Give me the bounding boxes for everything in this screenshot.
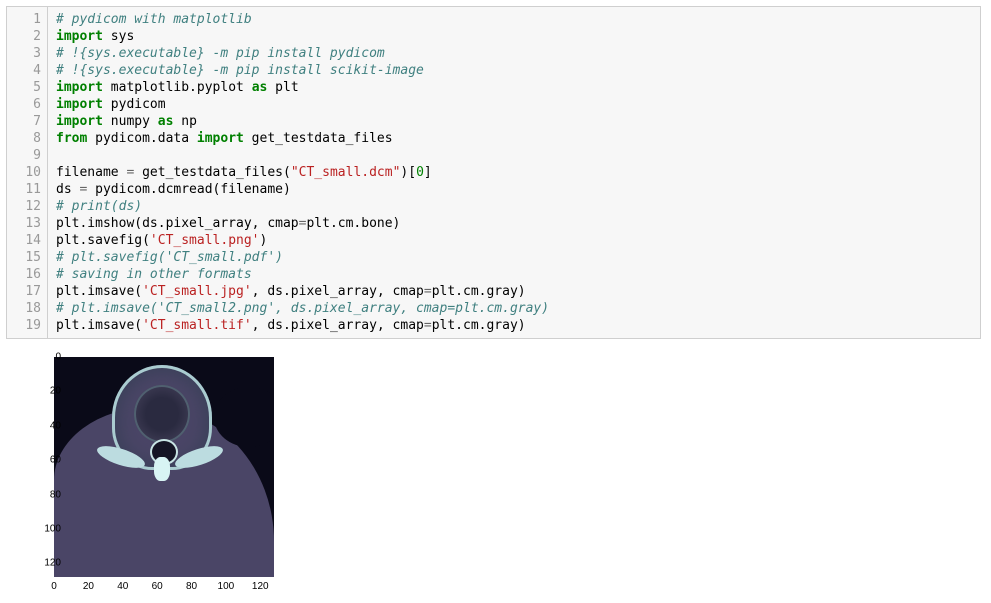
ytick-label: 100 [33, 523, 61, 534]
line-number: 14 [7, 232, 41, 249]
code-line[interactable]: # pydicom with matplotlib [56, 11, 972, 28]
plot-axes-image [54, 357, 274, 577]
code-line[interactable]: plt.imsave('CT_small.tif', ds.pixel_arra… [56, 317, 972, 334]
code-line[interactable]: # plt.imsave('CT_small2.png', ds.pixel_a… [56, 300, 972, 317]
code-line[interactable]: import matplotlib.pyplot as plt [56, 79, 972, 96]
xtick-label: 80 [186, 581, 197, 592]
code-cell[interactable]: 12345678910111213141516171819 # pydicom … [6, 6, 981, 339]
code-line[interactable]: import numpy as np [56, 113, 972, 130]
code-line[interactable]: from pydicom.data import get_testdata_fi… [56, 130, 972, 147]
line-number: 7 [7, 113, 41, 130]
code-line[interactable]: plt.savefig('CT_small.png') [56, 232, 972, 249]
line-number: 17 [7, 283, 41, 300]
ytick-label: 60 [33, 455, 61, 466]
code-editor-content[interactable]: # pydicom with matplotlibimport sys# !{s… [48, 7, 980, 338]
code-line[interactable]: # !{sys.executable} -m pip install pydic… [56, 45, 972, 62]
xtick-label: 120 [252, 581, 269, 592]
line-number: 10 [7, 164, 41, 181]
ytick-label: 120 [33, 558, 61, 569]
code-gutter: 12345678910111213141516171819 [7, 7, 48, 338]
line-number: 13 [7, 215, 41, 232]
code-line[interactable] [56, 147, 972, 164]
code-line[interactable]: # print(ds) [56, 198, 972, 215]
code-line[interactable]: plt.imshow(ds.pixel_array, cmap=plt.cm.b… [56, 215, 972, 232]
line-number: 9 [7, 147, 41, 164]
code-line[interactable]: plt.imsave('CT_small.jpg', ds.pixel_arra… [56, 283, 972, 300]
code-line[interactable]: filename = get_testdata_files("CT_small.… [56, 164, 972, 181]
ytick-label: 20 [33, 386, 61, 397]
line-number: 1 [7, 11, 41, 28]
line-number: 3 [7, 45, 41, 62]
code-line[interactable]: # saving in other formats [56, 266, 972, 283]
output-area: 020406080100120 020406080100120 [12, 357, 985, 597]
line-number: 6 [7, 96, 41, 113]
line-number: 18 [7, 300, 41, 317]
code-line[interactable]: ds = pydicom.dcmread(filename) [56, 181, 972, 198]
code-line[interactable]: # plt.savefig('CT_small.pdf') [56, 249, 972, 266]
line-number: 15 [7, 249, 41, 266]
code-line[interactable]: import sys [56, 28, 972, 45]
code-line[interactable]: import pydicom [56, 96, 972, 113]
line-number: 16 [7, 266, 41, 283]
line-number: 11 [7, 181, 41, 198]
ytick-label: 40 [33, 420, 61, 431]
xtick-label: 0 [51, 581, 57, 592]
ytick-label: 0 [33, 352, 61, 363]
line-number: 4 [7, 62, 41, 79]
line-number: 19 [7, 317, 41, 334]
xtick-label: 40 [117, 581, 128, 592]
xtick-label: 100 [218, 581, 235, 592]
line-number: 12 [7, 198, 41, 215]
xtick-label: 20 [83, 581, 94, 592]
matplotlib-figure: 020406080100120 020406080100120 [12, 357, 292, 597]
ytick-label: 80 [33, 489, 61, 500]
xtick-label: 60 [152, 581, 163, 592]
line-number: 2 [7, 28, 41, 45]
line-number: 8 [7, 130, 41, 147]
code-line[interactable]: # !{sys.executable} -m pip install sciki… [56, 62, 972, 79]
line-number: 5 [7, 79, 41, 96]
